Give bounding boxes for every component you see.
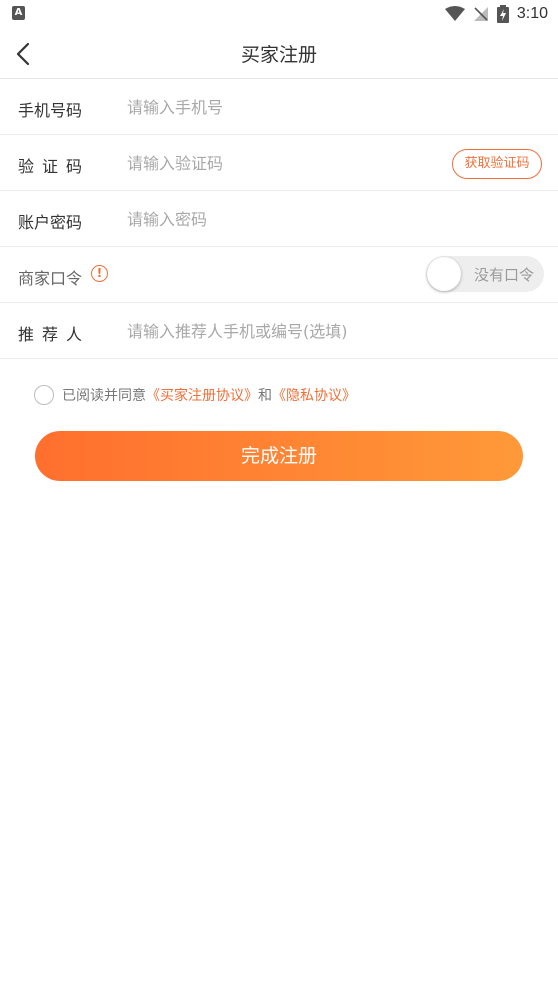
referrer-label: 推荐人 <box>18 325 91 344</box>
status-time: 3:10 <box>516 5 548 22</box>
registration-form: 手机号码 验证码 获取验证码 账户密码 商家口令 ! 没有口令 推荐人 <box>0 79 558 359</box>
agree-checkbox[interactable] <box>34 385 54 405</box>
merchant-code-row: 商家口令 ! 没有口令 <box>0 247 558 303</box>
code-row: 验证码 获取验证码 <box>0 135 558 191</box>
page-title: 买家注册 <box>240 44 317 66</box>
password-input[interactable] <box>127 205 427 233</box>
agreement-row: 已阅读并同意 《买家注册协议》 和 《隐私协议》 <box>34 384 356 406</box>
nav-bar: 买家注册 <box>0 28 558 79</box>
toggle-label: 没有口令 <box>473 266 534 284</box>
buyer-agreement-link[interactable]: 《买家注册协议》 <box>146 385 258 405</box>
phone-row: 手机号码 <box>0 79 558 135</box>
status-bar: A 3:10 <box>0 0 558 28</box>
signal-off-icon <box>473 7 488 21</box>
agreement-prefix: 已阅读并同意 <box>62 388 146 404</box>
password-row: 账户密码 <box>0 191 558 247</box>
referrer-row: 推荐人 <box>0 303 558 359</box>
password-label: 账户密码 <box>18 213 83 232</box>
no-code-toggle[interactable]: 没有口令 <box>426 256 544 292</box>
warning-icon[interactable]: ! <box>91 265 108 282</box>
phone-input[interactable] <box>127 93 427 121</box>
get-code-button[interactable]: 获取验证码 <box>452 149 542 179</box>
toggle-knob <box>427 257 461 291</box>
notification-icon: A <box>12 6 25 20</box>
wifi-icon <box>444 6 465 21</box>
code-label: 验证码 <box>18 157 91 176</box>
status-icons: 3:10 <box>444 3 548 25</box>
complete-registration-button[interactable]: 完成注册 <box>35 431 523 481</box>
code-input[interactable] <box>127 149 427 177</box>
battery-charging-icon <box>496 5 509 23</box>
agreement-and: 和 <box>258 388 272 404</box>
referrer-input[interactable] <box>127 317 527 345</box>
merchant-code-label: 商家口令 <box>18 269 83 288</box>
privacy-agreement-link[interactable]: 《隐私协议》 <box>272 385 356 405</box>
phone-label: 手机号码 <box>18 101 83 120</box>
